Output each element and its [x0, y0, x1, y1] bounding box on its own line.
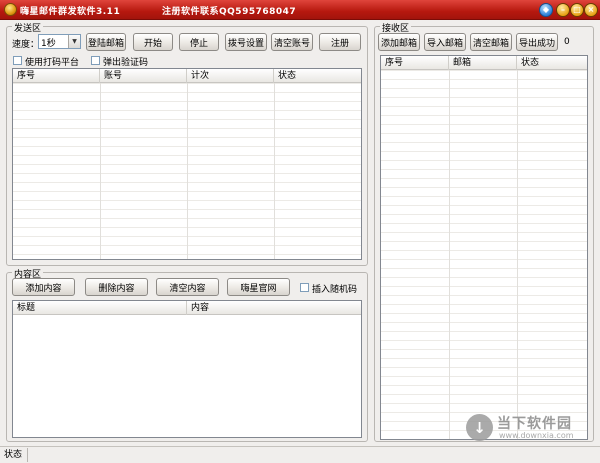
chevron-down-icon[interactable]: ▼	[68, 35, 80, 48]
mailbox-count: 0	[564, 37, 570, 47]
column-header[interactable]: 序号	[381, 56, 449, 70]
app-logo-icon	[4, 3, 17, 16]
content-table-body[interactable]	[13, 315, 361, 437]
watermark: ↓ 当下软件园 www.downxia.com	[466, 413, 598, 443]
window-title: 嗨星邮件群发软件3.11	[20, 7, 121, 17]
gem-icon[interactable]: ◆	[539, 3, 553, 17]
column-header[interactable]: 内容	[187, 301, 361, 315]
insert-random-code-label: 插入随机码	[312, 285, 358, 295]
register-button[interactable]: 注册	[319, 33, 361, 51]
import-mailbox-button[interactable]: 导入邮箱	[424, 33, 466, 51]
download-arrow-icon: ↓	[466, 414, 493, 441]
clear-accounts-button[interactable]: 清空账号	[271, 33, 313, 51]
column-header[interactable]: 序号	[13, 69, 100, 83]
column-divider	[100, 83, 101, 259]
title-bar: 嗨星邮件群发软件3.11 注册软件联系QQ595768047 ◆ – □ ×	[0, 0, 600, 20]
status-label: 状态	[2, 448, 28, 462]
content-table[interactable]: 标题 内容	[12, 300, 362, 438]
column-divider	[187, 83, 188, 259]
maximize-icon[interactable]: □	[570, 3, 584, 17]
speed-value: 1秒	[41, 39, 56, 49]
column-header[interactable]: 状态	[517, 56, 587, 70]
watermark-url: www.downxia.com	[499, 431, 574, 440]
column-divider	[449, 70, 450, 439]
popup-captcha-label: 弹出验证码	[103, 58, 149, 68]
insert-random-code-checkbox[interactable]	[300, 283, 309, 292]
registration-info: 注册软件联系QQ595768047	[162, 7, 297, 17]
column-header[interactable]: 账号	[100, 69, 187, 83]
minimize-icon[interactable]: –	[556, 3, 570, 17]
accounts-table[interactable]: 序号 账号 计次 状态	[12, 68, 362, 260]
use-captcha-platform-label: 使用打码平台	[25, 58, 80, 68]
column-divider	[517, 70, 518, 439]
add-content-button[interactable]: 添加内容	[12, 278, 75, 296]
watermark-name: 当下软件园	[497, 416, 572, 432]
status-bar: 状态	[0, 446, 600, 463]
use-captcha-platform-checkbox[interactable]	[13, 56, 22, 65]
stop-button[interactable]: 停止	[179, 33, 219, 51]
column-header[interactable]: 状态	[274, 69, 361, 83]
speed-select[interactable]: 1秒 ▼	[38, 34, 81, 49]
official-site-button[interactable]: 嗨星官网	[227, 278, 290, 296]
column-header[interactable]: 邮箱	[449, 56, 517, 70]
mailbox-table-header: 序号 邮箱 状态	[381, 56, 587, 70]
dial-settings-button[interactable]: 拨号设置	[225, 33, 267, 51]
accounts-table-header: 序号 账号 计次 状态	[13, 69, 361, 83]
delete-content-button[interactable]: 删除内容	[85, 278, 148, 296]
column-header[interactable]: 标题	[13, 301, 187, 315]
column-divider	[274, 83, 275, 259]
clear-mailbox-button[interactable]: 清空邮箱	[470, 33, 512, 51]
export-success-button[interactable]: 导出成功	[516, 33, 558, 51]
content-table-header: 标题 内容	[13, 301, 361, 315]
column-header[interactable]: 计次	[187, 69, 274, 83]
speed-label: 速度：	[12, 40, 40, 50]
mailbox-table[interactable]: 序号 邮箱 状态	[380, 55, 588, 440]
login-mailbox-button[interactable]: 登陆邮箱	[86, 33, 126, 51]
send-area-legend: 发送区	[12, 21, 44, 34]
start-button[interactable]: 开始	[133, 33, 173, 51]
close-icon[interactable]: ×	[584, 3, 598, 17]
popup-captcha-checkbox[interactable]	[91, 56, 100, 65]
clear-content-button[interactable]: 清空内容	[156, 278, 219, 296]
mailbox-table-body[interactable]	[381, 70, 587, 439]
add-mailbox-button[interactable]: 添加邮箱	[378, 33, 420, 51]
